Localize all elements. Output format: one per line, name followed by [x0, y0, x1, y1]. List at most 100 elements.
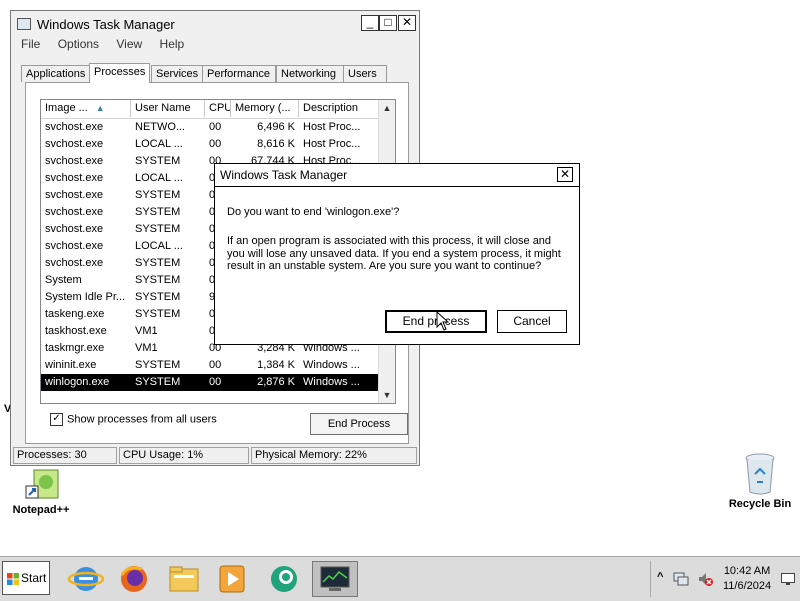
start-label: Start	[21, 571, 47, 585]
column-image[interactable]: Image ... ▲	[41, 100, 131, 117]
tray-expand-icon[interactable]: ^	[657, 571, 663, 583]
cell-user-name: SYSTEM	[135, 359, 181, 371]
cell-image: svchost.exe	[45, 240, 104, 252]
cell-user-name: SYSTEM	[135, 189, 181, 201]
column-user-name[interactable]: User Name	[131, 100, 205, 117]
status-processes: Processes: 30	[13, 447, 117, 464]
task-manager-icon	[17, 18, 31, 30]
taskbar: Start ^ 10:42 AM 11/6/2024	[0, 556, 800, 601]
show-all-label: Show processes from all users	[67, 413, 217, 426]
tab-services[interactable]: Services	[151, 65, 203, 82]
cell-cpu: 00	[209, 138, 222, 150]
start-button[interactable]: Start	[2, 561, 50, 595]
show-all-checkbox[interactable]: ✓	[50, 413, 63, 426]
task-manager-taskbar-button[interactable]	[312, 561, 358, 597]
internet-explorer-icon[interactable]	[66, 561, 106, 597]
show-desktop-icon[interactable]	[781, 573, 795, 585]
windows-logo-icon	[7, 573, 19, 585]
desktop-icon-recycle-bin[interactable]: Recycle Bin	[722, 452, 798, 510]
menu-help[interactable]: Help	[160, 37, 185, 51]
table-row[interactable]: wininit.exe SYSTEM 00 1,384 K Windows ...	[41, 357, 381, 374]
clock[interactable]: 10:42 AM 11/6/2024	[723, 564, 771, 594]
menu-bar: File Options View Help	[21, 37, 198, 51]
status-memory: Physical Memory: 22%	[251, 447, 417, 464]
cell-user-name: SYSTEM	[135, 291, 181, 303]
table-row[interactable]: svchost.exe LOCAL ... 00 8,616 K Host Proc..…	[41, 136, 381, 153]
cell-user-name: SYSTEM	[135, 308, 181, 320]
tab-networking[interactable]: Networking	[276, 65, 346, 82]
list-header: Image ... ▲ User Name CPU Memory (... Des…	[41, 100, 381, 119]
app-icon[interactable]	[264, 561, 304, 597]
end-process-button[interactable]: End Process	[310, 413, 408, 435]
desktop-icon-notepadpp[interactable]: Notepad++	[6, 468, 76, 516]
minimize-button[interactable]: _	[361, 15, 379, 31]
cell-image: winlogon.exe	[45, 376, 110, 388]
system-tray: ^ 10:42 AM 11/6/2024	[650, 561, 799, 597]
file-explorer-icon[interactable]	[164, 561, 204, 597]
tab-processes[interactable]: Processes	[89, 63, 150, 83]
scroll-down-icon[interactable]: ▼	[379, 387, 395, 403]
notepadpp-label: Notepad++	[12, 504, 70, 516]
show-all-processes-option[interactable]: ✓ Show processes from all users	[50, 413, 217, 426]
close-button[interactable]: ✕	[398, 15, 416, 31]
cell-image: taskeng.exe	[45, 308, 105, 320]
cell-user-name: NETWO...	[135, 121, 186, 133]
cell-user-name: VM1	[135, 342, 158, 354]
cell-cpu: 00	[209, 376, 222, 388]
table-row[interactable]: winlogon.exe SYSTEM 00 2,876 K Windows ...	[41, 374, 381, 391]
column-image-label: Image ...	[45, 102, 88, 114]
cell-image: svchost.exe	[45, 206, 104, 218]
cell-description: Host Proc...	[303, 138, 361, 150]
tab-performance[interactable]: Performance	[202, 65, 276, 82]
network-icon[interactable]	[673, 571, 689, 587]
menu-file[interactable]: File	[21, 37, 40, 51]
cell-memory: 8,616 K	[257, 138, 295, 150]
dialog-message: If an open program is associated with th…	[227, 235, 561, 272]
cell-image: wininit.exe	[45, 359, 97, 371]
cell-image: taskhost.exe	[45, 325, 107, 337]
cell-image: svchost.exe	[45, 121, 104, 133]
task-manager-titlebar[interactable]: Windows Task Manager _ □ ✕	[11, 11, 419, 37]
cell-image: System Idle Pr...	[45, 291, 126, 303]
cancel-button[interactable]: Cancel	[497, 310, 567, 333]
menu-options[interactable]: Options	[58, 37, 99, 51]
maximize-button[interactable]: □	[379, 15, 397, 31]
cell-cpu: 00	[209, 359, 222, 371]
cell-user-name: SYSTEM	[135, 274, 181, 286]
menu-view[interactable]: View	[116, 37, 142, 51]
tab-applications[interactable]: Applications	[21, 65, 93, 82]
scroll-up-icon[interactable]: ▲	[379, 100, 395, 116]
table-row[interactable]: svchost.exe NETWO... 00 6,496 K Host Proc...	[41, 119, 381, 136]
cell-user-name: LOCAL ...	[135, 172, 183, 184]
cell-image: svchost.exe	[45, 257, 104, 269]
media-player-icon[interactable]	[212, 561, 252, 597]
window-title: Windows Task Manager	[37, 17, 175, 32]
dialog-close-button[interactable]: ✕	[557, 167, 573, 182]
cell-user-name: LOCAL ...	[135, 240, 183, 252]
recycle-bin-icon	[743, 452, 777, 496]
firefox-icon[interactable]	[114, 561, 154, 597]
clock-date: 11/6/2024	[723, 580, 772, 592]
dialog-titlebar[interactable]: Windows Task Manager ✕	[215, 164, 579, 187]
tab-users[interactable]: Users	[343, 65, 387, 82]
dialog-title: Windows Task Manager	[220, 168, 348, 182]
end-process-dialog: Windows Task Manager ✕ Do you want to en…	[214, 163, 580, 345]
cell-user-name: VM1	[135, 325, 158, 337]
cell-cpu: 00	[209, 121, 222, 133]
cell-memory: 1,384 K	[257, 359, 295, 371]
cell-image: svchost.exe	[45, 189, 104, 201]
column-description[interactable]: Description	[299, 100, 381, 117]
cell-image: svchost.exe	[45, 138, 104, 150]
sort-ascending-icon: ▲	[95, 103, 105, 113]
cell-image: svchost.exe	[45, 172, 104, 184]
cell-memory: 2,876 K	[257, 376, 295, 388]
clock-time: 10:42 AM	[723, 565, 771, 577]
cell-user-name: SYSTEM	[135, 206, 181, 218]
cell-image: svchost.exe	[45, 155, 104, 167]
column-cpu[interactable]: CPU	[205, 100, 231, 117]
column-memory[interactable]: Memory (...	[231, 100, 299, 117]
task-manager-icon	[320, 566, 350, 591]
cell-user-name: SYSTEM	[135, 155, 181, 167]
cell-user-name: SYSTEM	[135, 223, 181, 235]
volume-muted-icon[interactable]	[697, 571, 713, 587]
